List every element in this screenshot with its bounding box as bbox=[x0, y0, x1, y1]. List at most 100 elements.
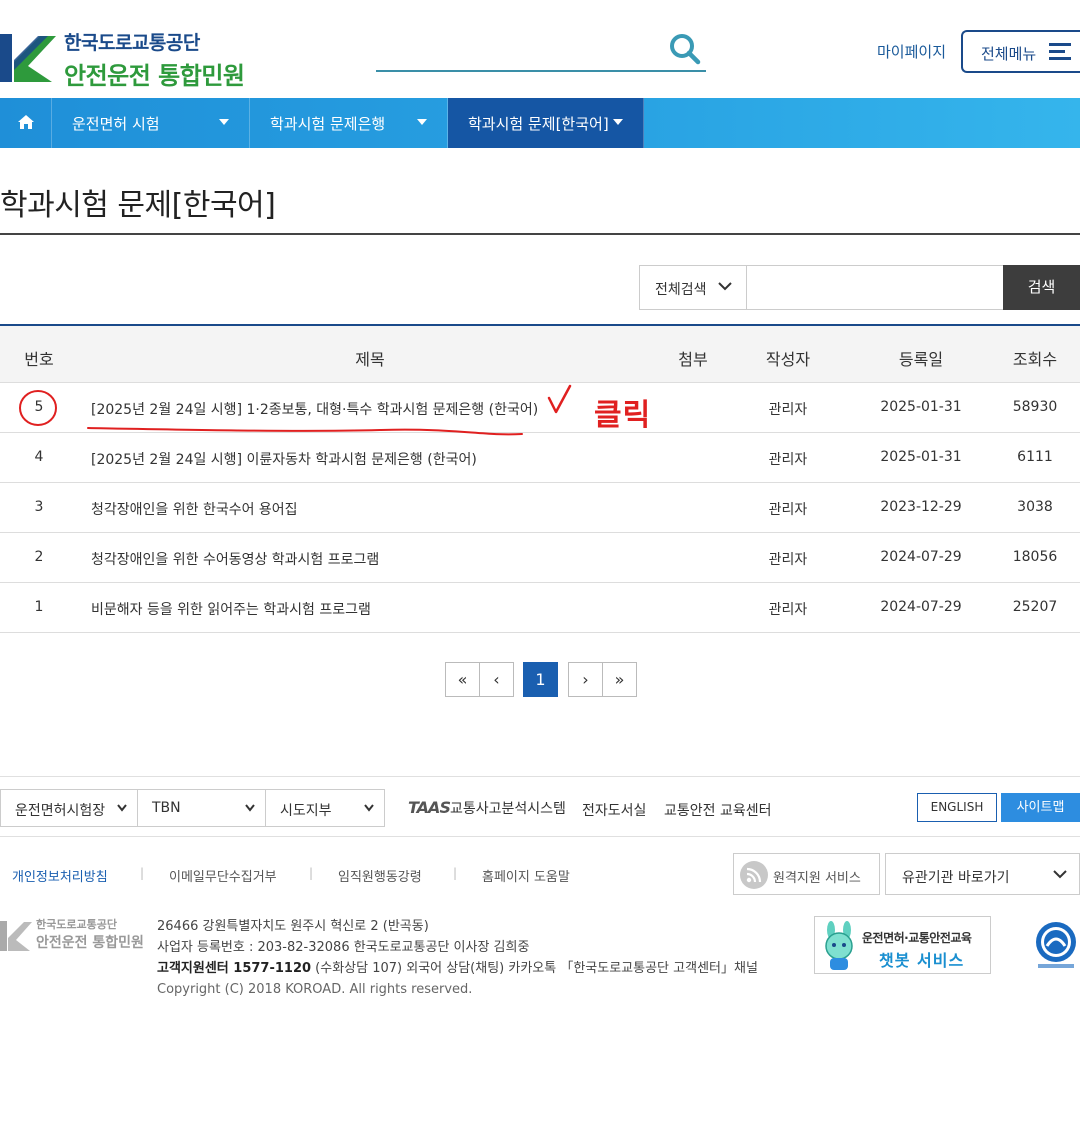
nav-item-license-exam[interactable]: 운전면허 시험 bbox=[52, 98, 250, 148]
row-views: 6111 bbox=[1017, 449, 1053, 465]
footer-copyright: Copyright (C) 2018 KOROAD. All rights re… bbox=[157, 982, 473, 997]
home-button[interactable] bbox=[0, 98, 52, 148]
main-nav: 운전면허 시험 학과시험 문제은행 학과시험 문제[한국어] bbox=[0, 98, 1080, 148]
nav-item-label: 운전면허 시험 bbox=[72, 115, 160, 133]
chevron-down-icon bbox=[117, 804, 127, 812]
annotation-click-text: 클릭 bbox=[594, 398, 652, 433]
row-date: 2024-07-29 bbox=[880, 599, 962, 615]
row-number: 2 bbox=[34, 549, 44, 565]
footer-logo: 한국도로교통공단 안전운전 통합민원 bbox=[0, 916, 150, 956]
footer-select-tbn[interactable]: TBN bbox=[137, 789, 266, 827]
all-menu-button[interactable]: 전체메뉴 bbox=[961, 30, 1080, 73]
taas-link[interactable]: TAAS교통사고분석시스템 bbox=[408, 798, 566, 818]
english-button[interactable]: ENGLISH bbox=[917, 793, 997, 822]
caret-down-icon bbox=[219, 119, 229, 125]
link-separator: | bbox=[309, 866, 314, 880]
rss-icon bbox=[740, 861, 768, 889]
search-scope-select[interactable]: 전체검색 bbox=[639, 265, 747, 310]
row-date: 2025-01-31 bbox=[880, 399, 962, 415]
nav-item-korean-questions[interactable]: 학과시험 문제[한국어] bbox=[448, 98, 644, 148]
nav-item-question-bank[interactable]: 학과시험 문제은행 bbox=[250, 98, 448, 148]
hamburger-icon bbox=[1049, 43, 1071, 61]
row-views: 3038 bbox=[1017, 499, 1053, 515]
sitemap-button[interactable]: 사이트맵 bbox=[1001, 793, 1080, 822]
email-refusal-link[interactable]: 이메일무단수집거부 bbox=[169, 866, 277, 885]
row-author: 관리자 bbox=[768, 502, 808, 518]
site-header: 한국도로교통공단 안전운전 통합민원 마이페이지 전체메뉴 bbox=[0, 0, 1080, 98]
chatbot-subtitle: 챗봇 서비스 bbox=[879, 951, 965, 970]
row-number: 5 bbox=[34, 399, 44, 415]
table-row: 1 비문해자 등을 위한 읽어주는 학과시험 프로그램 관리자 2024-07-… bbox=[0, 583, 1080, 633]
title-divider bbox=[0, 233, 1080, 235]
row-number: 3 bbox=[34, 499, 44, 515]
chevron-down-icon bbox=[718, 282, 732, 291]
chatbot-title: 운전면허·교통안전교육 bbox=[862, 931, 972, 945]
select-label: 시도지부 bbox=[280, 803, 332, 819]
link-separator: | bbox=[453, 866, 458, 880]
e-library-link[interactable]: 전자도서실 bbox=[582, 800, 646, 820]
footer-divider bbox=[0, 836, 1080, 837]
taas-logo: TAAS bbox=[408, 798, 451, 817]
footer-select-branch[interactable]: 시도지부 bbox=[265, 789, 385, 827]
logo-org-name: 한국도로교통공단 bbox=[64, 32, 200, 54]
table-row: 5 [2025년 2월 24일 시행] 1·2종보통, 대형·특수 학과시험 문… bbox=[0, 383, 1080, 433]
board-search-input[interactable] bbox=[747, 265, 1004, 310]
pagination-next-button[interactable]: › bbox=[568, 662, 603, 697]
page-title: 학과시험 문제[한국어] bbox=[0, 188, 276, 223]
koroad-logo-icon bbox=[0, 34, 56, 82]
logo-service-name: 안전운전 통합민원 bbox=[64, 62, 245, 90]
row-title-link[interactable]: 청각장애인을 위한 한국수어 용어집 bbox=[91, 499, 298, 519]
row-title-link[interactable]: [2025년 2월 24일 시행] 1·2종보통, 대형·특수 학과시험 문제은… bbox=[91, 399, 538, 419]
safety-education-link[interactable]: 교통안전 교육센터 bbox=[664, 800, 772, 820]
pagination-first-button[interactable]: « bbox=[445, 662, 480, 697]
site-logo[interactable]: 한국도로교통공단 안전운전 통합민원 bbox=[0, 28, 250, 90]
mypage-link[interactable]: 마이페이지 bbox=[877, 41, 946, 62]
certification-badge-icon bbox=[1036, 922, 1076, 968]
footer-business-info: 사업자 등록번호 : 203-82-32086 한국도로교통공단 이사장 김희중 bbox=[157, 940, 530, 955]
related-sites-select[interactable]: 유관기관 바로가기 bbox=[885, 853, 1080, 895]
select-label: 운전면허시험장 bbox=[15, 803, 106, 819]
pagination-prev-button[interactable]: ‹ bbox=[479, 662, 514, 697]
related-sites-label: 유관기관 바로가기 bbox=[902, 870, 1010, 886]
select-label: TBN bbox=[152, 800, 181, 816]
row-date: 2024-07-29 bbox=[880, 549, 962, 565]
row-views: 58930 bbox=[1012, 399, 1058, 415]
nav-item-label: 학과시험 문제[한국어] bbox=[468, 115, 609, 133]
customer-center-detail: (수화상담 107) 외국어 상담(채팅) 카카오톡 「한국도로교통공단 고객센… bbox=[311, 961, 758, 976]
row-number: 4 bbox=[34, 449, 44, 465]
col-header-date: 등록일 bbox=[898, 350, 944, 369]
table-header: 번호 제목 첨부 작성자 등록일 조회수 bbox=[0, 324, 1080, 383]
remote-support-label: 원격지원 서비스 bbox=[773, 871, 861, 886]
row-title-link[interactable]: 비문해자 등을 위한 읽어주는 학과시험 프로그램 bbox=[91, 599, 371, 619]
search-icon[interactable] bbox=[668, 32, 702, 66]
col-header-views: 조회수 bbox=[1012, 350, 1058, 369]
privacy-policy-link[interactable]: 개인정보처리방침 bbox=[12, 866, 108, 885]
footer-customer-center: 고객지원센터 1577-1120 (수화상담 107) 외국어 상담(채팅) 카… bbox=[157, 957, 758, 976]
footer-logo-service: 안전운전 통합민원 bbox=[36, 935, 144, 951]
col-header-no: 번호 bbox=[24, 350, 54, 369]
chatbot-service-banner[interactable]: 운전면허·교통안전교육 챗봇 서비스 bbox=[814, 916, 991, 974]
homepage-help-link[interactable]: 홈페이지 도움말 bbox=[482, 866, 570, 885]
taas-link-label: 교통사고분석시스템 bbox=[449, 801, 566, 817]
chevron-down-icon bbox=[1053, 870, 1067, 879]
footer-address: 26466 강원특별자치도 원주시 혁신로 2 (반곡동) bbox=[157, 919, 429, 934]
pagination-last-button[interactable]: » bbox=[602, 662, 637, 697]
search-button[interactable]: 검색 bbox=[1003, 265, 1080, 310]
code-of-conduct-link[interactable]: 임직원행동강령 bbox=[338, 866, 422, 885]
table-row: 3 청각장애인을 위한 한국수어 용어집 관리자 2023-12-29 3038 bbox=[0, 483, 1080, 533]
link-separator: | bbox=[140, 866, 145, 880]
col-header-title: 제목 bbox=[355, 350, 385, 369]
remote-support-button[interactable]: 원격지원 서비스 bbox=[733, 853, 880, 895]
footer-select-exam-site[interactable]: 운전면허시험장 bbox=[0, 789, 138, 827]
pagination-page-current[interactable]: 1 bbox=[523, 662, 558, 697]
table-row: 4 [2025년 2월 24일 시행] 이륜자동차 학과시험 문제은행 (한국어… bbox=[0, 433, 1080, 483]
footer-logo-org: 한국도로교통공단 bbox=[36, 918, 117, 931]
header-search-input[interactable] bbox=[376, 30, 706, 72]
col-header-attach: 첨부 bbox=[678, 350, 708, 369]
search-scope-label: 전체검색 bbox=[655, 282, 707, 298]
row-title-link[interactable]: [2025년 2월 24일 시행] 이륜자동차 학과시험 문제은행 (한국어) bbox=[91, 449, 477, 469]
row-title-link[interactable]: 청각장애인을 위한 수어동영상 학과시험 프로그램 bbox=[91, 549, 379, 569]
home-icon bbox=[18, 115, 34, 129]
row-date: 2025-01-31 bbox=[880, 449, 962, 465]
caret-down-icon bbox=[613, 119, 623, 125]
